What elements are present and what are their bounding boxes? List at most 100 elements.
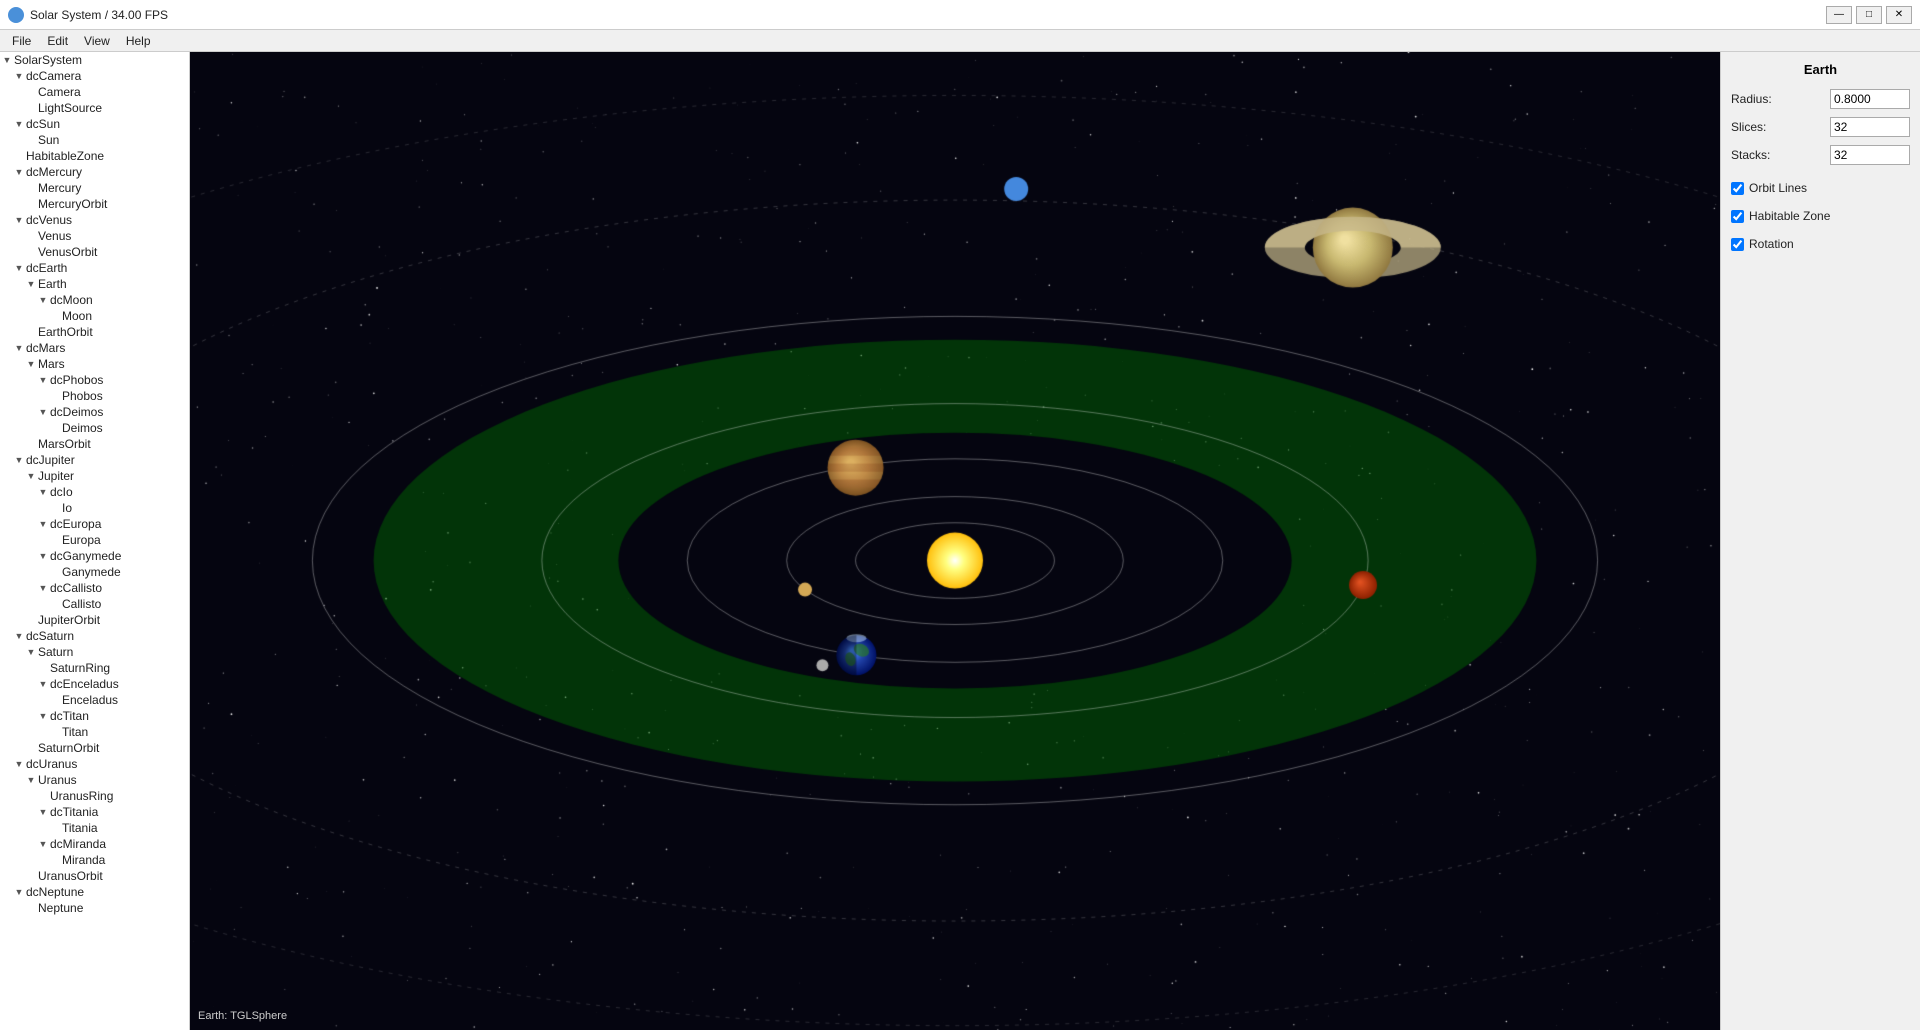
tree-item-mercuryorbit[interactable]: MercuryOrbit	[0, 196, 189, 212]
tree-item-dcjupiter[interactable]: ▼dcJupiter	[0, 452, 189, 468]
tree-toggle-dccallisto: ▼	[36, 583, 50, 593]
tree-item-dcdeimos[interactable]: ▼dcDeimos	[0, 404, 189, 420]
tree-label-mercury: Mercury	[38, 181, 81, 195]
tree-item-saturnring[interactable]: SaturnRing	[0, 660, 189, 676]
tree-item-enceladus[interactable]: Enceladus	[0, 692, 189, 708]
tree-item-mars[interactable]: ▼Mars	[0, 356, 189, 372]
tree-item-titania[interactable]: Titania	[0, 820, 189, 836]
menu-edit[interactable]: Edit	[39, 32, 76, 50]
tree-label-dctitania: dcTitania	[50, 805, 98, 819]
tree-item-dctitania[interactable]: ▼dcTitania	[0, 804, 189, 820]
tree-item-dcmars[interactable]: ▼dcMars	[0, 340, 189, 356]
tree-label-uranusorbit: UranusOrbit	[38, 869, 103, 883]
orbit-lines-label[interactable]: Orbit Lines	[1749, 181, 1807, 195]
tree-item-dcphobos[interactable]: ▼dcPhobos	[0, 372, 189, 388]
menu-file[interactable]: File	[4, 32, 39, 50]
habitable-zone-checkbox[interactable]	[1731, 210, 1744, 223]
minimize-button[interactable]: —	[1826, 6, 1852, 24]
radius-row: Radius:	[1731, 89, 1910, 109]
radius-input[interactable]	[1830, 89, 1910, 109]
tree-label-dcmoon: dcMoon	[50, 293, 93, 307]
tree-item-moon[interactable]: Moon	[0, 308, 189, 324]
tree-item-dcsun[interactable]: ▼dcSun	[0, 116, 189, 132]
rotation-checkbox[interactable]	[1731, 238, 1744, 251]
tree-item-uranusring[interactable]: UranusRing	[0, 788, 189, 804]
tree-item-dccamera[interactable]: ▼dcCamera	[0, 68, 189, 84]
stacks-input[interactable]	[1830, 145, 1910, 165]
orbit-lines-checkbox[interactable]	[1731, 182, 1744, 195]
tree-item-saturn[interactable]: ▼Saturn	[0, 644, 189, 660]
tree-toggle-dcganymede: ▼	[36, 551, 50, 561]
tree-item-dccallisto[interactable]: ▼dcCallisto	[0, 580, 189, 596]
tree-item-dcmoon[interactable]: ▼dcMoon	[0, 292, 189, 308]
tree-item-sun[interactable]: Sun	[0, 132, 189, 148]
tree-item-dcio[interactable]: ▼dcIo	[0, 484, 189, 500]
tree-item-dcuranus[interactable]: ▼dcUranus	[0, 756, 189, 772]
tree-item-dcsaturn[interactable]: ▼dcSaturn	[0, 628, 189, 644]
close-button[interactable]: ✕	[1886, 6, 1912, 24]
tree-item-dctitan[interactable]: ▼dcTitan	[0, 708, 189, 724]
tree-label-dctitan: dcTitan	[50, 709, 89, 723]
tree-item-habitablezone[interactable]: HabitableZone	[0, 148, 189, 164]
tree-item-earthorbit[interactable]: EarthOrbit	[0, 324, 189, 340]
tree-item-deimos[interactable]: Deimos	[0, 420, 189, 436]
tree-item-venusorbit[interactable]: VenusOrbit	[0, 244, 189, 260]
properties-panel: Earth Radius: Slices: Stacks: Orbit Line…	[1720, 52, 1920, 1030]
tree-item-neptune[interactable]: Neptune	[0, 900, 189, 916]
tree-label-dcvenus: dcVenus	[26, 213, 72, 227]
tree-label-earth: Earth	[38, 277, 67, 291]
tree-item-ganymede[interactable]: Ganymede	[0, 564, 189, 580]
scene-tree: ▼SolarSystem▼dcCameraCameraLightSource▼d…	[0, 52, 189, 916]
tree-label-callisto: Callisto	[62, 597, 101, 611]
tree-item-uranusorbit[interactable]: UranusOrbit	[0, 868, 189, 884]
tree-item-callisto[interactable]: Callisto	[0, 596, 189, 612]
scene-tree-panel: ▼SolarSystem▼dcCameraCameraLightSource▼d…	[0, 52, 190, 1030]
tree-toggle-dcuranus: ▼	[12, 759, 26, 769]
tree-label-dcmiranda: dcMiranda	[50, 837, 106, 851]
tree-item-earth[interactable]: ▼Earth	[0, 276, 189, 292]
tree-toggle-solarsystem: ▼	[0, 55, 14, 65]
tree-label-mars: Mars	[38, 357, 65, 371]
habitable-zone-label[interactable]: Habitable Zone	[1749, 209, 1830, 223]
tree-item-dcmercury[interactable]: ▼dcMercury	[0, 164, 189, 180]
tree-item-lightsource[interactable]: LightSource	[0, 100, 189, 116]
app-icon	[8, 7, 24, 23]
tree-item-miranda[interactable]: Miranda	[0, 852, 189, 868]
tree-item-uranus[interactable]: ▼Uranus	[0, 772, 189, 788]
tree-item-io[interactable]: Io	[0, 500, 189, 516]
tree-item-dceuropa[interactable]: ▼dcEuropa	[0, 516, 189, 532]
tree-item-saturnorbit[interactable]: SaturnOrbit	[0, 740, 189, 756]
tree-item-marsorbit[interactable]: MarsOrbit	[0, 436, 189, 452]
tree-item-dcenceladus[interactable]: ▼dcEnceladus	[0, 676, 189, 692]
menu-help[interactable]: Help	[118, 32, 159, 50]
tree-item-jupiter[interactable]: ▼Jupiter	[0, 468, 189, 484]
rotation-label[interactable]: Rotation	[1749, 237, 1794, 251]
tree-toggle-dcearth: ▼	[12, 263, 26, 273]
tree-label-jupiter: Jupiter	[38, 469, 74, 483]
tree-item-dcmiranda[interactable]: ▼dcMiranda	[0, 836, 189, 852]
tree-label-solarsystem: SolarSystem	[14, 53, 82, 67]
tree-item-dcvenus[interactable]: ▼dcVenus	[0, 212, 189, 228]
tree-item-titan[interactable]: Titan	[0, 724, 189, 740]
tree-item-europa[interactable]: Europa	[0, 532, 189, 548]
tree-item-dcganymede[interactable]: ▼dcGanymede	[0, 548, 189, 564]
viewport[interactable]: Earth: TGLSphere	[190, 52, 1720, 1030]
menu-view[interactable]: View	[76, 32, 118, 50]
tree-label-dcmars: dcMars	[26, 341, 65, 355]
titlebar: Solar System / 34.00 FPS — □ ✕	[0, 0, 1920, 30]
tree-label-dcsun: dcSun	[26, 117, 60, 131]
slices-input[interactable]	[1830, 117, 1910, 137]
maximize-button[interactable]: □	[1856, 6, 1882, 24]
tree-item-dcneptune[interactable]: ▼dcNeptune	[0, 884, 189, 900]
tree-item-venus[interactable]: Venus	[0, 228, 189, 244]
tree-item-jupiterorbit[interactable]: JupiterOrbit	[0, 612, 189, 628]
tree-item-dcearth[interactable]: ▼dcEarth	[0, 260, 189, 276]
tree-label-neptune: Neptune	[38, 901, 83, 915]
menubar: File Edit View Help	[0, 30, 1920, 52]
tree-label-dcsaturn: dcSaturn	[26, 629, 74, 643]
tree-item-solarsystem[interactable]: ▼SolarSystem	[0, 52, 189, 68]
tree-item-mercury[interactable]: Mercury	[0, 180, 189, 196]
tree-label-dccallisto: dcCallisto	[50, 581, 102, 595]
tree-item-phobos[interactable]: Phobos	[0, 388, 189, 404]
tree-item-camera[interactable]: Camera	[0, 84, 189, 100]
